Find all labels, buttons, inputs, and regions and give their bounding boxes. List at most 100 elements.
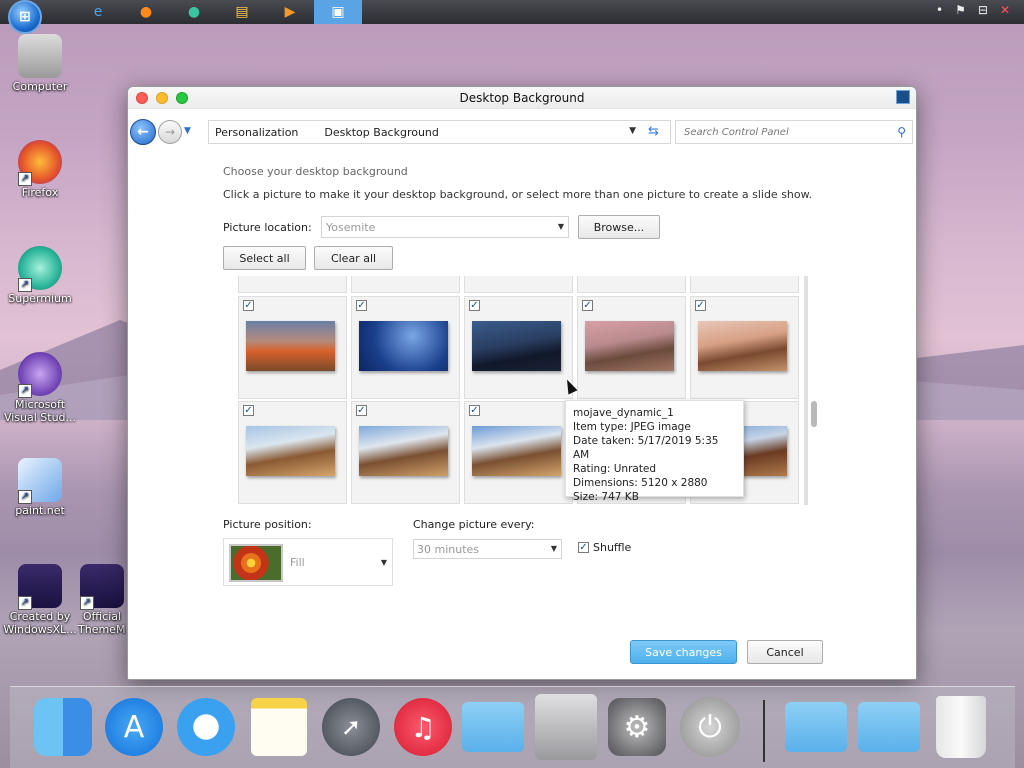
tooltip-type: Item type: JPEG image bbox=[573, 421, 691, 433]
firefox-icon[interactable]: ● bbox=[122, 0, 170, 24]
supermium-icon[interactable]: ● bbox=[170, 0, 218, 24]
desktop-icon-label: paint.net bbox=[15, 504, 65, 517]
wallpaper-tile[interactable] bbox=[238, 276, 347, 293]
picture-location-select[interactable]: Yosemite ▼ bbox=[321, 216, 569, 238]
wallpaper-tile[interactable]: ✓ bbox=[238, 401, 347, 504]
wallpaper-tile[interactable]: ✓ bbox=[577, 296, 686, 399]
desktop-icon-visual-studio[interactable]: ↗ Microsoft Visual Stud... bbox=[0, 352, 80, 424]
app-store-icon[interactable]: A bbox=[103, 694, 165, 760]
picture-location-value: Yosemite bbox=[326, 220, 376, 234]
save-changes-button[interactable]: Save changes bbox=[630, 640, 737, 664]
shortcut-arrow-icon: ↗ bbox=[18, 278, 32, 292]
tooltip-rating: Rating: Unrated bbox=[573, 463, 657, 475]
ie-icon[interactable]: e bbox=[74, 0, 122, 24]
wallpaper-checkbox[interactable]: ✓ bbox=[243, 405, 254, 416]
shortcut-arrow-icon: ↗ bbox=[18, 490, 32, 504]
desktop-icon-label: Official ThemeM... bbox=[78, 610, 126, 636]
wallpaper-checkbox[interactable]: ✓ bbox=[243, 300, 254, 311]
trash-icon[interactable] bbox=[930, 694, 992, 760]
wallpaper-checkbox[interactable]: ✓ bbox=[469, 300, 480, 311]
shortcut-arrow-icon: ↗ bbox=[18, 384, 32, 398]
wallpaper-tile[interactable]: ✓ bbox=[351, 296, 460, 399]
control-panel-icon[interactable]: ▣ bbox=[314, 0, 362, 24]
shuffle-checkbox[interactable]: ✓ bbox=[578, 542, 589, 553]
documents-folder-icon[interactable] bbox=[858, 694, 920, 760]
history-dropdown-icon[interactable]: ▼ bbox=[184, 126, 191, 136]
desktop-icon-firefox[interactable]: ↗ Firefox bbox=[0, 140, 80, 199]
search-input[interactable]: Search Control Panel ⚲ bbox=[675, 120, 913, 144]
wallpaper-thumbnail bbox=[359, 321, 448, 371]
wallpaper-checkbox[interactable]: ✓ bbox=[356, 405, 367, 416]
breadcrumb-personalization[interactable]: Personalization bbox=[215, 126, 298, 139]
dock-separator bbox=[763, 700, 765, 762]
position-preview-image bbox=[229, 544, 283, 582]
control-panel-icon bbox=[896, 90, 910, 104]
explorer-icon[interactable]: ▤ bbox=[218, 0, 266, 24]
maximize-button[interactable] bbox=[176, 92, 188, 104]
wallpaper-checkbox[interactable]: ✓ bbox=[582, 300, 593, 311]
wallpaper-thumbnail bbox=[359, 426, 448, 476]
media-player-icon[interactable]: ▶ bbox=[266, 0, 314, 24]
shuffle-toggle[interactable]: ✓ Shuffle bbox=[578, 541, 631, 554]
network-icon[interactable]: ⊟ bbox=[978, 3, 988, 17]
wallpaper-tile[interactable]: ✓ bbox=[464, 401, 573, 504]
address-bar[interactable]: Personalization Desktop Background ▼ bbox=[208, 120, 671, 144]
desktop-icon-official[interactable]: ↗ Official ThemeM... bbox=[78, 564, 126, 636]
wallpaper-tile[interactable]: ✓ bbox=[238, 296, 347, 399]
wallpaper-checkbox[interactable]: ✓ bbox=[469, 405, 480, 416]
window-titlebar[interactable]: Desktop Background bbox=[128, 87, 916, 109]
desktop-icon-created-by[interactable]: ↗ Created by WindowsXL... bbox=[0, 564, 80, 636]
flag-icon[interactable]: ⚑ bbox=[955, 3, 966, 17]
picture-position-label: Picture position: bbox=[223, 518, 312, 531]
wallpaper-tile[interactable] bbox=[690, 276, 799, 293]
settings-icon[interactable]: ⚙ bbox=[606, 694, 668, 760]
wallpaper-checkbox[interactable]: ✓ bbox=[695, 300, 706, 311]
page-subheading: Click a picture to make it your desktop … bbox=[223, 188, 813, 201]
forward-button[interactable]: → bbox=[158, 120, 182, 144]
wallpaper-checkbox[interactable]: ✓ bbox=[356, 300, 367, 311]
change-picture-select[interactable]: 30 minutes ▼ bbox=[413, 539, 562, 559]
taskbar: ⊞ e ● ● ▤ ▶ ▣ • ⚑ ⊟ ✕ bbox=[0, 0, 1024, 34]
launchpad-icon[interactable]: ➚ bbox=[320, 694, 382, 760]
power-icon[interactable]: ⏻ bbox=[679, 694, 741, 760]
search-icon[interactable]: ⚲ bbox=[897, 125, 906, 139]
folder-icon[interactable] bbox=[462, 694, 524, 760]
chevron-down-icon: ▼ bbox=[380, 558, 387, 567]
picture-position-select[interactable]: Fill ▼ bbox=[223, 538, 393, 586]
start-orb[interactable]: ⊞ bbox=[8, 0, 42, 34]
desktop-icon-paintnet[interactable]: ↗ paint.net bbox=[0, 458, 80, 517]
volume-muted-icon[interactable]: ✕ bbox=[1000, 3, 1010, 17]
safari-icon[interactable] bbox=[175, 694, 237, 760]
clear-all-button[interactable]: Clear all bbox=[314, 246, 393, 270]
shortcut-arrow-icon: ↗ bbox=[18, 596, 32, 610]
back-button[interactable]: ← bbox=[130, 119, 156, 145]
shortcut-arrow-icon: ↗ bbox=[18, 172, 32, 186]
notes-icon[interactable] bbox=[248, 694, 310, 760]
desktop-icon-label: Supermium bbox=[8, 292, 72, 305]
browse-button[interactable]: Browse... bbox=[578, 215, 660, 239]
wallpaper-scrollbar-thumb[interactable] bbox=[811, 401, 817, 427]
refresh-icon[interactable]: ⇆ bbox=[648, 124, 659, 139]
shortcut-arrow-icon: ↗ bbox=[80, 596, 94, 610]
wallpaper-tile[interactable]: ✓ bbox=[351, 401, 460, 504]
mac-pro-icon[interactable] bbox=[535, 694, 597, 760]
minimize-button[interactable] bbox=[156, 92, 168, 104]
breadcrumb-desktop-background[interactable]: Desktop Background bbox=[324, 126, 439, 139]
address-dropdown-icon[interactable]: ▼ bbox=[629, 126, 636, 136]
wallpaper-tile[interactable]: ✓ bbox=[464, 296, 573, 399]
change-picture-label: Change picture every: bbox=[413, 518, 535, 531]
wallpaper-tile[interactable]: ✓ bbox=[690, 296, 799, 399]
wallpaper-scrollbar-track[interactable] bbox=[804, 276, 808, 505]
music-icon[interactable]: ♫ bbox=[392, 694, 454, 760]
select-all-button[interactable]: Select all bbox=[223, 246, 306, 270]
cancel-button[interactable]: Cancel bbox=[747, 640, 823, 664]
folder-icon-2[interactable] bbox=[785, 694, 847, 760]
desktop-icon-supermium[interactable]: ↗ Supermium bbox=[0, 246, 80, 305]
firefox-doc-icon: ↗ bbox=[18, 564, 62, 610]
wallpaper-tile[interactable] bbox=[577, 276, 686, 293]
wallpaper-tile[interactable] bbox=[464, 276, 573, 293]
close-button[interactable] bbox=[136, 92, 148, 104]
wallpaper-tile[interactable] bbox=[351, 276, 460, 293]
finder-icon[interactable] bbox=[32, 694, 94, 760]
desktop-icon-computer[interactable]: Computer bbox=[0, 34, 80, 93]
